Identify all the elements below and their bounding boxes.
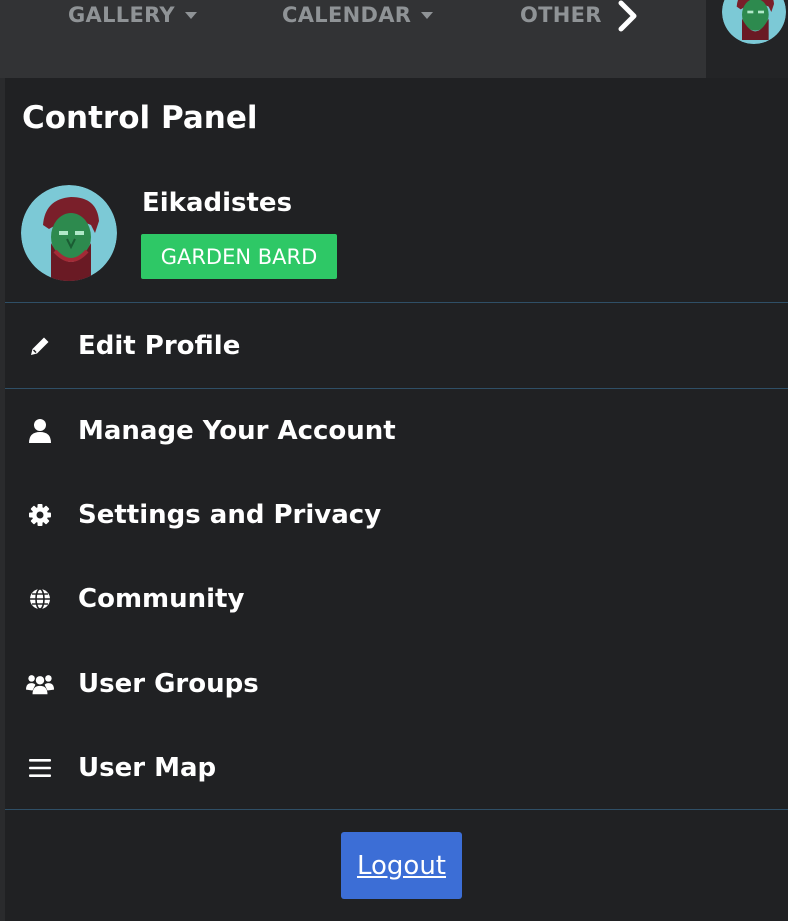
nav-other-label: OTHER: [520, 3, 602, 27]
nav-gallery[interactable]: GALLERY: [68, 0, 197, 30]
menu-item-label: Community: [78, 584, 245, 614]
divider: [5, 302, 788, 303]
divider: [5, 809, 788, 810]
nav-gallery-label: GALLERY: [68, 3, 175, 27]
username[interactable]: Eikadistes: [142, 188, 292, 218]
page-title: Control Panel: [22, 100, 258, 136]
users-icon: [26, 670, 54, 698]
menu-item-label: Edit Profile: [78, 331, 241, 361]
chevron-right-icon[interactable]: [612, 0, 644, 34]
globe-icon: [26, 585, 54, 613]
gear-icon: [26, 501, 54, 529]
menu-item-label: User Map: [78, 753, 217, 783]
control-panel: Control Panel Eikadistes GARDEN BARD Edi…: [5, 78, 788, 921]
nav-other[interactable]: OTHER: [520, 0, 602, 30]
avatar[interactable]: [21, 185, 117, 281]
menu-item-edit-profile[interactable]: Edit Profile: [5, 317, 788, 375]
caret-down-icon: [421, 11, 434, 19]
nav-calendar[interactable]: CALENDAR: [282, 0, 434, 30]
user-role-badge: GARDEN BARD: [141, 234, 337, 279]
menu-item-manage-account[interactable]: Manage Your Account: [5, 402, 788, 460]
pencil-icon: [26, 332, 54, 360]
nav-calendar-label: CALENDAR: [282, 3, 412, 27]
logout-button[interactable]: Logout: [341, 832, 462, 899]
menu-item-user-groups[interactable]: User Groups: [5, 655, 788, 713]
menu-item-settings-privacy[interactable]: Settings and Privacy: [5, 486, 788, 544]
menu-item-community[interactable]: Community: [5, 570, 788, 628]
menu-item-label: Settings and Privacy: [78, 500, 382, 530]
list-icon: [26, 754, 54, 782]
divider: [5, 388, 788, 389]
caret-down-icon: [184, 11, 197, 19]
user-menu-toggle[interactable]: [706, 0, 788, 78]
avatar[interactable]: [722, 0, 786, 44]
user-icon: [26, 417, 54, 445]
menu-item-label: Manage Your Account: [78, 416, 396, 446]
menu-item-label: User Groups: [78, 669, 259, 699]
menu-item-user-map[interactable]: User Map: [5, 739, 788, 797]
top-nav: GALLERY CALENDAR OTHER: [0, 0, 788, 78]
